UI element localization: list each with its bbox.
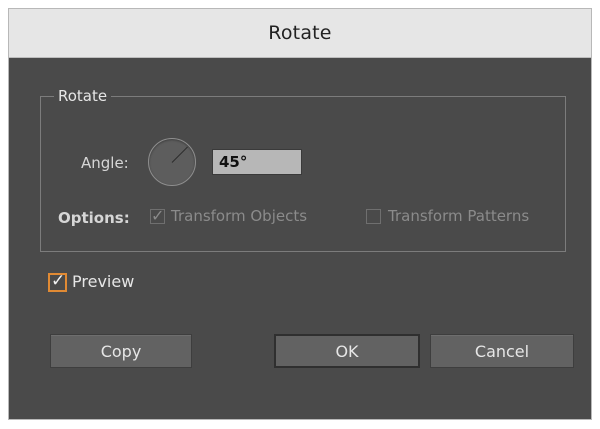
options-label: Options: <box>58 209 130 227</box>
checkmark-icon: ✓ <box>151 206 165 225</box>
transform-patterns-label: Transform Patterns <box>388 207 530 225</box>
angle-input[interactable] <box>212 149 302 175</box>
angle-dial-needle <box>171 146 188 163</box>
checkmark-icon: ✓ <box>51 271 66 291</box>
rotate-group-box <box>40 96 566 252</box>
transform-patterns-checkbox[interactable] <box>366 209 381 224</box>
preview-label: Preview <box>72 272 135 291</box>
ok-button[interactable]: OK <box>274 334 420 368</box>
copy-button[interactable]: Copy <box>50 334 192 368</box>
preview-checkbox[interactable]: ✓ <box>48 271 67 292</box>
transform-objects-label: Transform Objects <box>171 207 308 225</box>
transform-objects-checkbox[interactable]: ✓ <box>150 206 165 225</box>
angle-dial[interactable] <box>148 138 196 186</box>
cancel-button[interactable]: Cancel <box>430 334 574 368</box>
angle-label: Angle: <box>81 154 129 172</box>
rotate-group-title: Rotate <box>54 88 112 104</box>
dialog-title: Rotate <box>9 9 591 58</box>
